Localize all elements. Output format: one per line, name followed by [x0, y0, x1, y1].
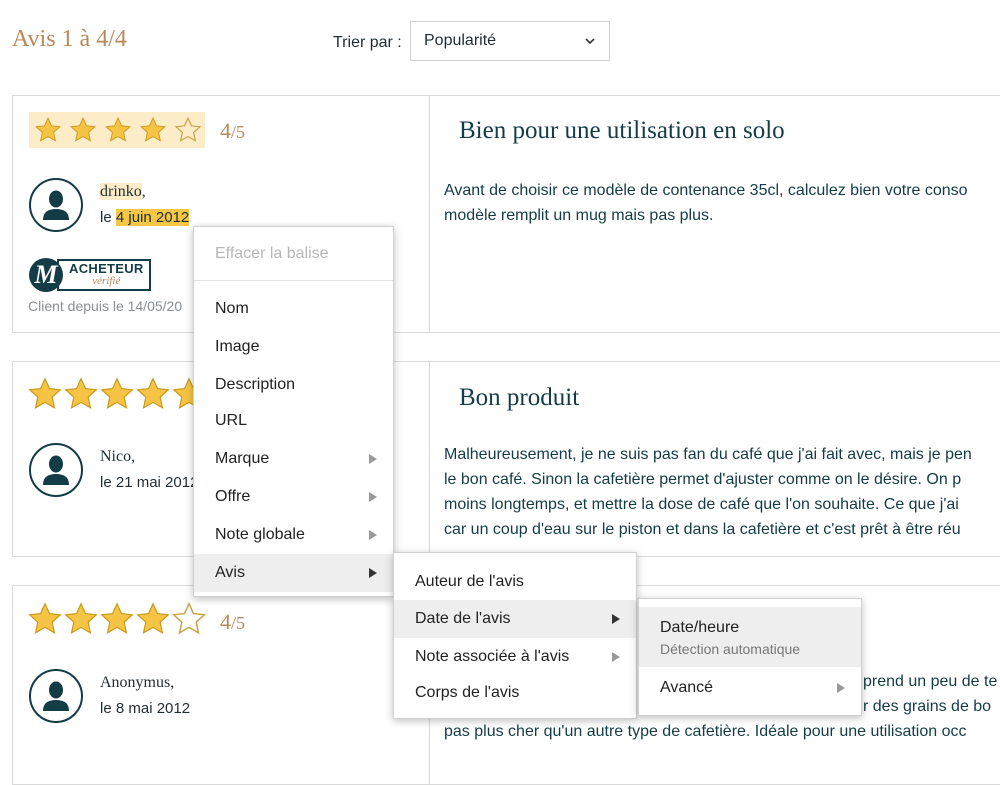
star-filled-icon [28, 602, 62, 634]
review-card-2: Nico, le 21 mai 2012 Bon produit Malheur… [12, 361, 1000, 557]
menu-item-note-avis[interactable]: Note associée à l'avis [394, 638, 636, 676]
user-icon [43, 455, 69, 485]
review-title: Bien pour une utilisation en solo [459, 117, 785, 144]
menu-item-marque[interactable]: Marque [194, 440, 393, 478]
star-filled-icon [64, 377, 98, 409]
review-title: Bon produit [459, 384, 580, 411]
star-filled-icon [100, 602, 134, 634]
submenu-arrow-icon [369, 454, 377, 464]
context-menu: Effacer la balise Nom Image Description … [193, 226, 394, 597]
menu-item-nom[interactable]: Nom [194, 290, 393, 328]
review-body-fragment: pas plus cher qu'un autre type de cafeti… [444, 723, 967, 740]
star-filled-icon [100, 377, 134, 409]
star-filled-icon [136, 377, 170, 409]
menu-separator [194, 280, 393, 281]
menu-item-note-globale[interactable]: Note globale [194, 516, 393, 554]
brand-logo-icon: M [29, 258, 63, 292]
submenu-avis: Auteur de l'avis Date de l'avis Note ass… [393, 552, 637, 719]
review-body-fragment: r des grains de bo [863, 698, 992, 715]
avatar [29, 178, 83, 232]
rating-stars [27, 376, 207, 412]
submenu-arrow-icon [369, 568, 377, 578]
menu-item-image[interactable]: Image [194, 328, 393, 366]
client-since: Client depuis le 14/05/20 [28, 298, 183, 314]
menu-item-date-heure[interactable]: Date/heure Détection automatique [639, 607, 861, 667]
rating-stars [29, 112, 205, 148]
star-filled-icon [105, 116, 131, 142]
sort-label: Trier par : [333, 34, 402, 51]
star-empty-icon [174, 116, 202, 142]
sort-select[interactable]: Popularité [410, 21, 610, 61]
sort-selected-value: Popularité [424, 32, 497, 49]
review-author: drinko, [100, 183, 146, 200]
menu-item-avis[interactable]: Avis [194, 554, 393, 592]
review-body: Malheureusement, je ne suis pas fan du c… [444, 446, 972, 538]
menu-item-description[interactable]: Description [194, 366, 393, 404]
rating-score: 4/5 [220, 609, 246, 634]
star-filled-icon [64, 602, 98, 634]
star-filled-icon [136, 602, 170, 634]
avatar [29, 443, 83, 497]
user-icon [43, 190, 69, 220]
review-body: Avant de choisir ce modèle de contenance… [444, 182, 968, 224]
review-author: Anonymus, [100, 674, 175, 691]
reviews-count-title: Avis 1 à 4/4 [12, 26, 127, 52]
menu-item-offre[interactable]: Offre [194, 478, 393, 516]
star-filled-icon [28, 377, 62, 409]
review-date: le 8 mai 2012 [100, 700, 191, 717]
star-filled-icon [70, 116, 96, 142]
menu-item-avance[interactable]: Avancé [639, 669, 861, 707]
menu-item-date-avis[interactable]: Date de l'avis [394, 600, 636, 638]
star-filled-icon [35, 116, 61, 142]
review-body-fragment: prend un peu de te [863, 673, 998, 690]
chevron-down-icon [585, 38, 595, 45]
submenu-date: Date/heure Détection automatique Avancé [638, 598, 862, 716]
menu-item-clear-tag: Effacer la balise [215, 245, 329, 262]
review-card-divider [429, 96, 430, 332]
menu-item-auteur-avis[interactable]: Auteur de l'avis [394, 563, 636, 601]
review-card-divider [429, 362, 430, 556]
menu-item-corps-avis[interactable]: Corps de l'avis [394, 674, 636, 712]
submenu-arrow-icon [369, 530, 377, 540]
menu-item-url[interactable]: URL [194, 402, 393, 440]
submenu-arrow-icon [837, 683, 845, 693]
review-date: le 4 juin 2012 [100, 209, 190, 226]
star-empty-icon [171, 601, 207, 635]
rating-score: 4/5 [220, 118, 246, 143]
rating-stars [27, 601, 207, 637]
review-card-1: 4/5 drinko, le 4 juin 2012 M ACHETEUR vé… [12, 95, 1000, 333]
user-icon [43, 681, 69, 711]
submenu-arrow-icon [612, 652, 620, 662]
submenu-arrow-icon [612, 614, 620, 624]
avatar [29, 669, 83, 723]
star-filled-icon [140, 116, 166, 142]
submenu-arrow-icon [369, 492, 377, 502]
review-date: le 21 mai 2012 [100, 474, 199, 491]
review-author: Nico, [100, 448, 136, 465]
verified-buyer-badge: M ACHETEUR vérifié [29, 258, 151, 292]
